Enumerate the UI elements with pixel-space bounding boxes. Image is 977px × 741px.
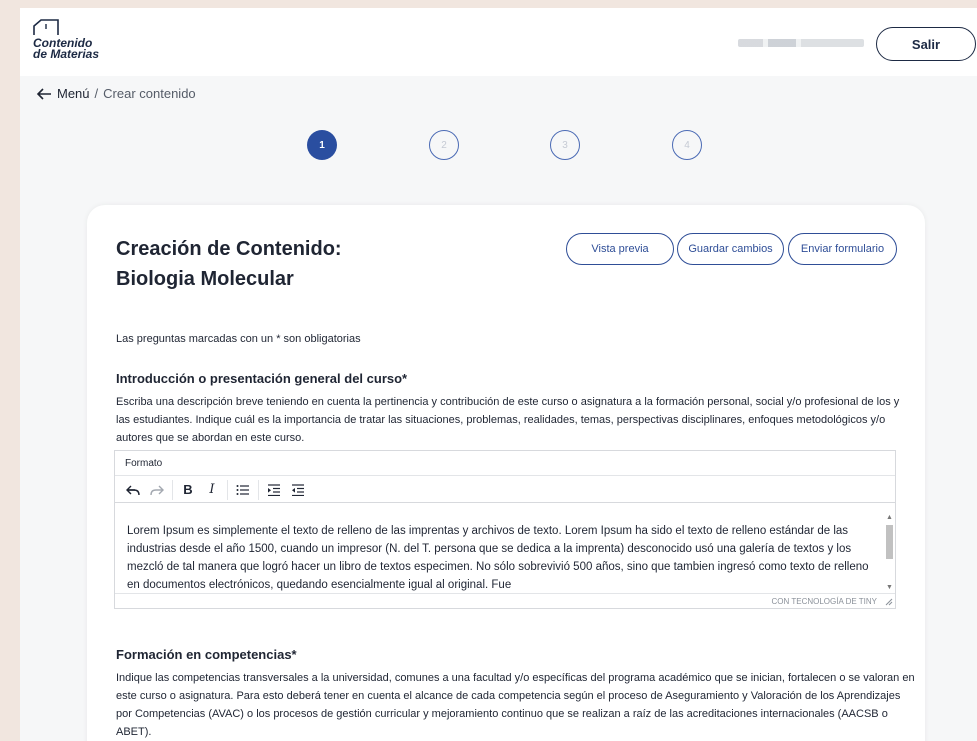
user-name-blurred xyxy=(738,39,864,47)
step-1[interactable]: 1 xyxy=(307,130,337,160)
step-3[interactable]: 3 xyxy=(550,130,580,160)
editor-scrollbar[interactable]: ▲ ▼ xyxy=(883,513,896,593)
format-menu[interactable]: Formato xyxy=(125,458,162,469)
logo[interactable]: Contenido de Materias xyxy=(32,18,112,70)
bullet-list-icon xyxy=(236,484,249,495)
editor-status-bar: CON TECNOLOGÍA DE TINY xyxy=(115,593,895,608)
logo-text: Contenido de Materias xyxy=(33,36,100,61)
editor-menubar: Formato xyxy=(115,451,895,476)
preview-button[interactable]: Vista previa xyxy=(566,233,674,265)
indent-icon xyxy=(268,483,280,496)
indent-button[interactable] xyxy=(262,479,286,501)
submit-form-button[interactable]: Enviar formulario xyxy=(788,233,897,265)
app-window: Contenido de Materias Salir Menú / Crear… xyxy=(20,8,977,741)
arrow-left-icon[interactable] xyxy=(36,87,52,101)
toolbar-divider xyxy=(172,479,173,500)
section-description-introduction: Escriba una descripción breve teniendo e… xyxy=(116,396,900,444)
breadcrumb-current: Crear contenido xyxy=(103,86,196,101)
bold-button[interactable]: B xyxy=(176,479,200,501)
italic-icon: I xyxy=(209,482,215,497)
rich-text-editor: Formato B I Lorem Ipsum es simplemente e… xyxy=(114,450,896,609)
content-form-card: Creación de Contenido: Biologia Molecula… xyxy=(87,205,925,741)
editor-toolbar: B I xyxy=(115,477,895,503)
outdent-button[interactable] xyxy=(286,479,310,501)
top-bar: Contenido de Materias Salir xyxy=(20,8,977,76)
breadcrumb-menu-link[interactable]: Menú xyxy=(57,86,90,101)
scroll-thumb[interactable] xyxy=(886,525,893,559)
step-4[interactable]: 4 xyxy=(672,130,702,160)
step-2[interactable]: 2 xyxy=(429,130,459,160)
undo-icon xyxy=(126,485,140,495)
outdent-icon xyxy=(292,483,304,496)
italic-button[interactable]: I xyxy=(200,479,224,501)
logo-mark-icon xyxy=(33,19,59,35)
toolbar-divider xyxy=(258,479,259,500)
page-title: Creación de Contenido: Biologia Molecula… xyxy=(116,238,342,290)
toolbar-divider xyxy=(227,479,228,500)
bullet-list-button[interactable] xyxy=(231,479,255,501)
bold-icon: B xyxy=(183,482,193,497)
editor-text-area[interactable]: Lorem Ipsum es simplemente el texto de r… xyxy=(115,513,883,593)
breadcrumb-separator: / xyxy=(94,86,99,101)
logout-button[interactable]: Salir xyxy=(876,27,976,61)
breadcrumb: Menú / Crear contenido xyxy=(36,86,196,101)
undo-button[interactable] xyxy=(121,479,145,501)
powered-by-tiny-link[interactable]: CON TECNOLOGÍA DE TINY xyxy=(771,597,877,606)
scroll-down-icon[interactable]: ▼ xyxy=(883,583,896,593)
section-title-introduction: Introducción o presentación general del … xyxy=(116,371,408,386)
resize-handle-icon[interactable] xyxy=(885,598,893,606)
scroll-up-icon[interactable]: ▲ xyxy=(883,513,896,523)
section-title-competencies: Formación en competencias* xyxy=(116,647,297,662)
redo-icon xyxy=(150,485,164,495)
redo-button[interactable] xyxy=(145,479,169,501)
required-fields-note: Las preguntas marcadas con un * son obli… xyxy=(116,333,361,345)
save-changes-button[interactable]: Guardar cambios xyxy=(677,233,784,265)
section-description-competencies: Indique las competencias transversales a… xyxy=(116,672,915,738)
